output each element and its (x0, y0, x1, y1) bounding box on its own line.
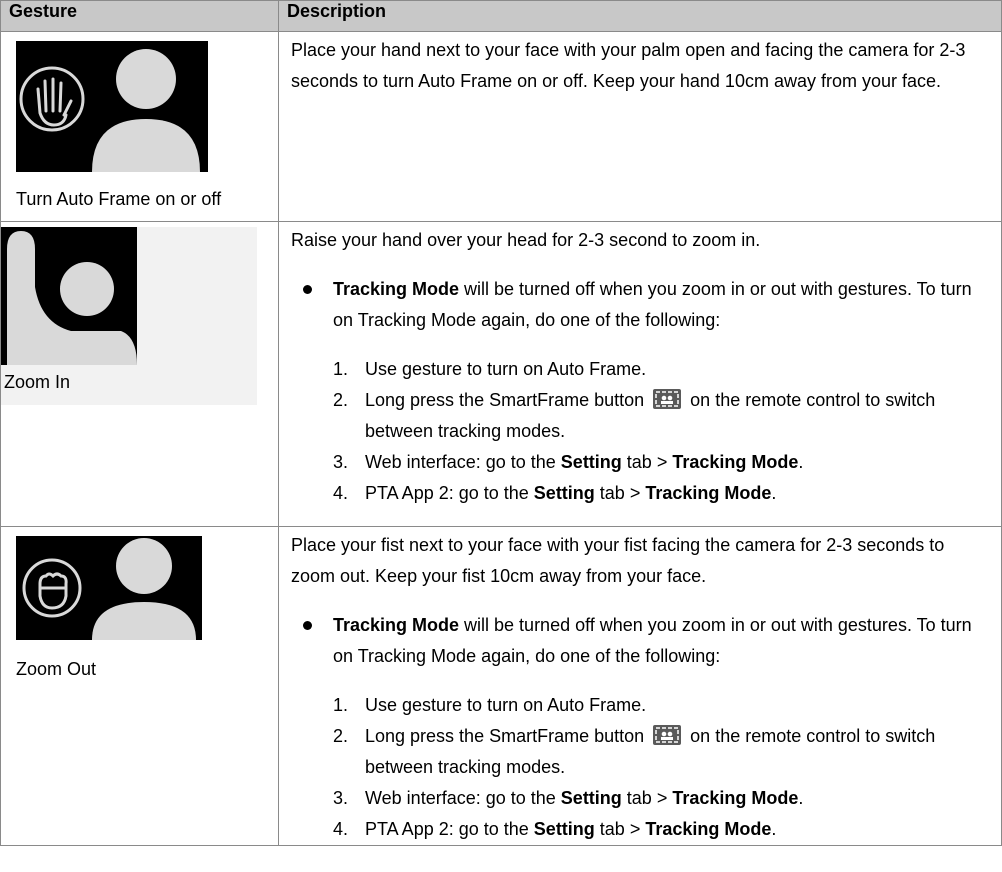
header-description: Description (278, 0, 1002, 32)
description-cell: Place your fist next to your face with y… (278, 526, 1002, 846)
raised-hand-icon (1, 227, 137, 365)
step-item: 4. PTA App 2: go to the Setting tab > Tra… (333, 483, 777, 503)
step-item: 3. Web interface: go to the Setting tab >… (333, 452, 804, 472)
note-item: Tracking Mode will be turned off when yo… (291, 610, 991, 672)
step-item: 2. Long press the SmartFrame button on th… (333, 725, 936, 777)
step-item: 1. Use gesture to turn on Auto Frame. (333, 695, 647, 715)
table-row: Zoom Out Place your fist next to your fa… (0, 526, 1002, 846)
gesture-table: Gesture Description Turn Auto Frame on o… (0, 0, 1002, 846)
steps-list: 1. Use gesture to turn on Auto Frame. 2. L… (291, 690, 991, 845)
smartframe-button-icon (653, 725, 682, 745)
gesture-label: Zoom Out (16, 659, 97, 679)
tracking-mode-term: Tracking Mode (333, 279, 460, 299)
tracking-mode-term: Tracking Mode (333, 615, 460, 635)
gesture-cell: Zoom Out (0, 526, 279, 846)
description-text: Raise your hand over your head for 2-3 s… (291, 230, 761, 250)
smartframe-button-icon (653, 389, 682, 409)
gesture-cell: Zoom In (0, 221, 279, 527)
step-item: 1. Use gesture to turn on Auto Frame. (333, 359, 647, 379)
fist-gesture-icon (16, 536, 202, 640)
note-list: Tracking Mode will be turned off when yo… (291, 274, 991, 336)
zoom-in-image: Zoom In (1, 227, 257, 405)
note-list: Tracking Mode will be turned off when yo… (291, 610, 991, 672)
step-item: 4. PTA App 2: go to the Setting tab > Tra… (333, 819, 777, 839)
table-row: Turn Auto Frame on or off Place your han… (0, 31, 1002, 222)
description-cell: Place your hand next to your face with y… (278, 31, 1002, 222)
palm-gesture-icon (16, 41, 208, 172)
steps-list: 1. Use gesture to turn on Auto Frame. 2. L… (291, 354, 991, 509)
table-header-row: Gesture Description (0, 0, 1002, 32)
description-text: Place your fist next to your face with y… (291, 535, 945, 586)
description-cell: Raise your hand over your head for 2-3 s… (278, 221, 1002, 527)
description-text: Place your hand next to your face with y… (291, 40, 966, 91)
step-item: 2. Long press the SmartFrame button on th… (333, 389, 936, 441)
header-gesture: Gesture (0, 0, 279, 32)
step-item: 3. Web interface: go to the Setting tab >… (333, 788, 804, 808)
gesture-label: Zoom In (4, 372, 71, 392)
gesture-label: Turn Auto Frame on or off (16, 189, 222, 209)
table-row: Zoom In Raise your hand over your head f… (0, 221, 1002, 527)
note-item: Tracking Mode will be turned off when yo… (291, 274, 991, 336)
gesture-cell: Turn Auto Frame on or off (0, 31, 279, 222)
